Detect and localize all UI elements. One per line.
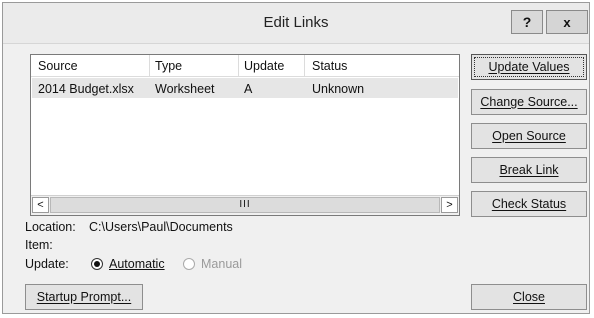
check-status-button[interactable]: Check Status	[471, 191, 587, 217]
column-divider[interactable]	[149, 55, 150, 76]
dialog-title: Edit Links	[263, 14, 329, 31]
help-button[interactable]: ?	[511, 10, 543, 34]
cell-source: 2014 Budget.xlsx	[38, 82, 134, 96]
scroll-left-arrow-icon[interactable]: <	[32, 197, 49, 213]
column-header-update[interactable]: Update	[244, 59, 284, 73]
update-values-button[interactable]: Update Values	[471, 54, 587, 80]
column-divider[interactable]	[304, 55, 305, 76]
cell-type: Worksheet	[155, 82, 215, 96]
cell-update: A	[244, 82, 253, 96]
location-value: C:\Users\Paul\Documents	[89, 220, 233, 234]
close-window-button[interactable]: x	[546, 10, 588, 34]
horizontal-scrollbar[interactable]: < III >	[31, 195, 459, 215]
column-header-type[interactable]: Type	[155, 59, 182, 73]
automatic-radio[interactable]	[91, 258, 103, 270]
table-row[interactable]: 2014 Budget.xlsx Worksheet A Unknown	[32, 78, 458, 98]
manual-label[interactable]: Manual	[201, 257, 242, 271]
manual-radio[interactable]	[183, 258, 195, 270]
close-button[interactable]: Close	[471, 284, 587, 310]
column-divider[interactable]	[238, 55, 239, 76]
update-mode-label: Update:	[25, 257, 69, 271]
startup-prompt-button[interactable]: Startup Prompt...	[25, 284, 143, 310]
column-header-source[interactable]: Source	[38, 59, 78, 73]
scroll-right-arrow-icon[interactable]: >	[441, 197, 458, 213]
automatic-label[interactable]: Automatic	[109, 257, 165, 271]
break-link-button[interactable]: Break Link	[471, 157, 587, 183]
item-label: Item:	[25, 238, 53, 252]
column-header-status[interactable]: Status	[312, 59, 347, 73]
list-header: Source Type Update Status	[31, 55, 459, 77]
edit-links-dialog: Edit Links ? x Source Type Update Status…	[2, 2, 590, 314]
cell-status: Unknown	[312, 82, 365, 96]
location-label: Location:	[25, 220, 76, 234]
scroll-thumb[interactable]: III	[50, 197, 440, 213]
title-bar: Edit Links ? x	[3, 3, 589, 44]
open-source-button[interactable]: Open Source	[471, 123, 587, 149]
change-source-button[interactable]: Change Source...	[471, 89, 587, 115]
links-list[interactable]: Source Type Update Status 2014 Budget.xl…	[30, 54, 460, 216]
